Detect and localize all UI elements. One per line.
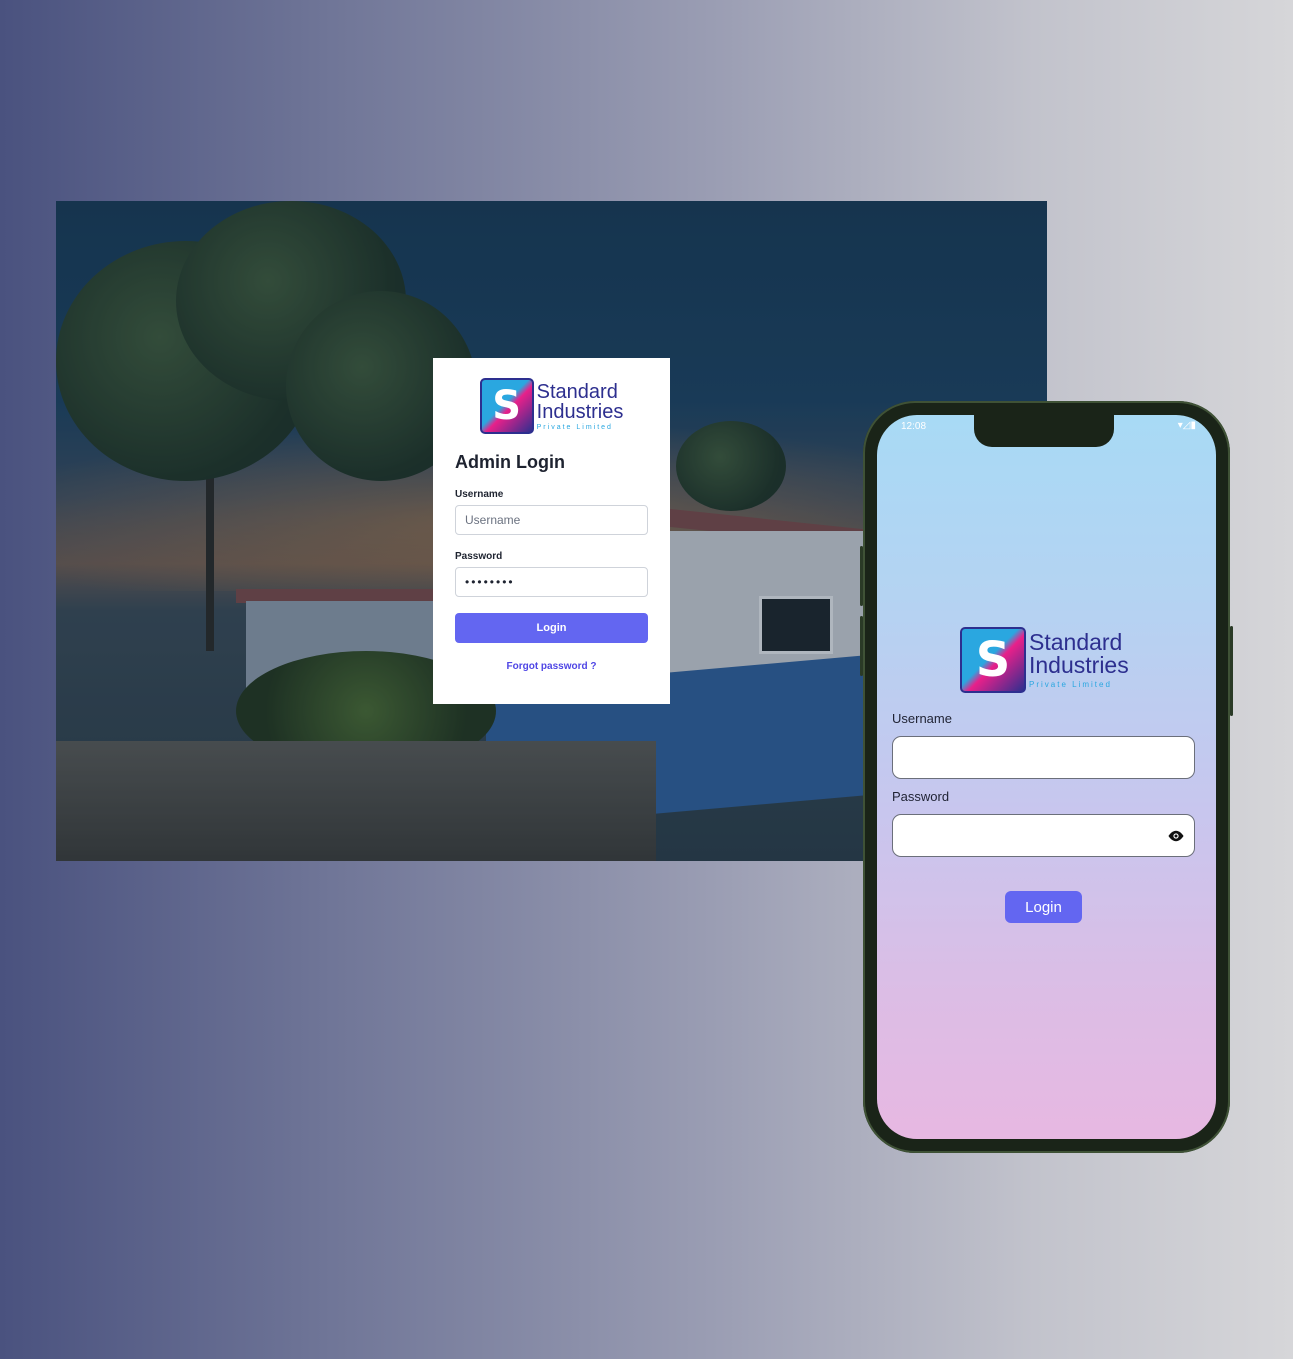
password-label: Password xyxy=(892,789,950,804)
password-label: Password xyxy=(455,551,503,562)
logo-line-2: Industries xyxy=(1029,652,1129,678)
phone-side-button xyxy=(1230,626,1233,716)
mobile-phone-frame: 12:08 ▾◿▮ S Standard Industries Private … xyxy=(860,401,1233,1153)
eye-icon[interactable] xyxy=(1167,827,1185,845)
username-label: Username xyxy=(455,489,504,500)
logo-wordmark: Standard Industries Private Limited xyxy=(537,382,624,431)
status-time: 12:08 xyxy=(901,421,927,432)
forgot-password-link[interactable]: Forgot password ? xyxy=(455,661,648,672)
username-label: Username xyxy=(892,711,952,726)
admin-login-card: S Standard Industries Private Limited Ad… xyxy=(433,358,670,704)
username-input[interactable] xyxy=(892,736,1195,779)
logo-line-2: Industries xyxy=(536,400,624,423)
logo-s-icon: S xyxy=(479,378,534,434)
phone-notch xyxy=(974,415,1114,447)
logo-wordmark: Standard Industries Private Limited xyxy=(1029,629,1129,690)
logo-line-3: Private Limited xyxy=(536,423,613,431)
logo-line-1: Standard xyxy=(1029,629,1123,655)
brand-logo: S Standard Industries Private Limited xyxy=(960,627,1129,693)
login-button[interactable]: Login xyxy=(455,613,648,643)
phone-side-button xyxy=(860,616,863,676)
password-input[interactable] xyxy=(892,814,1195,857)
login-button[interactable]: Login xyxy=(1005,891,1082,923)
status-icons: ▾◿▮ xyxy=(1177,420,1196,431)
brand-logo: S Standard Industries Private Limited xyxy=(455,378,648,434)
logo-s-icon: S xyxy=(960,627,1026,693)
mobile-login-screen: 12:08 ▾◿▮ S Standard Industries Private … xyxy=(877,415,1216,1139)
password-input[interactable]: •••••••• xyxy=(455,567,648,597)
phone-side-button xyxy=(860,546,863,606)
username-input[interactable]: Username xyxy=(455,505,648,535)
logo-line-1: Standard xyxy=(536,380,618,403)
logo-line-3: Private Limited xyxy=(1029,680,1112,689)
page-title: Admin Login xyxy=(455,452,565,472)
